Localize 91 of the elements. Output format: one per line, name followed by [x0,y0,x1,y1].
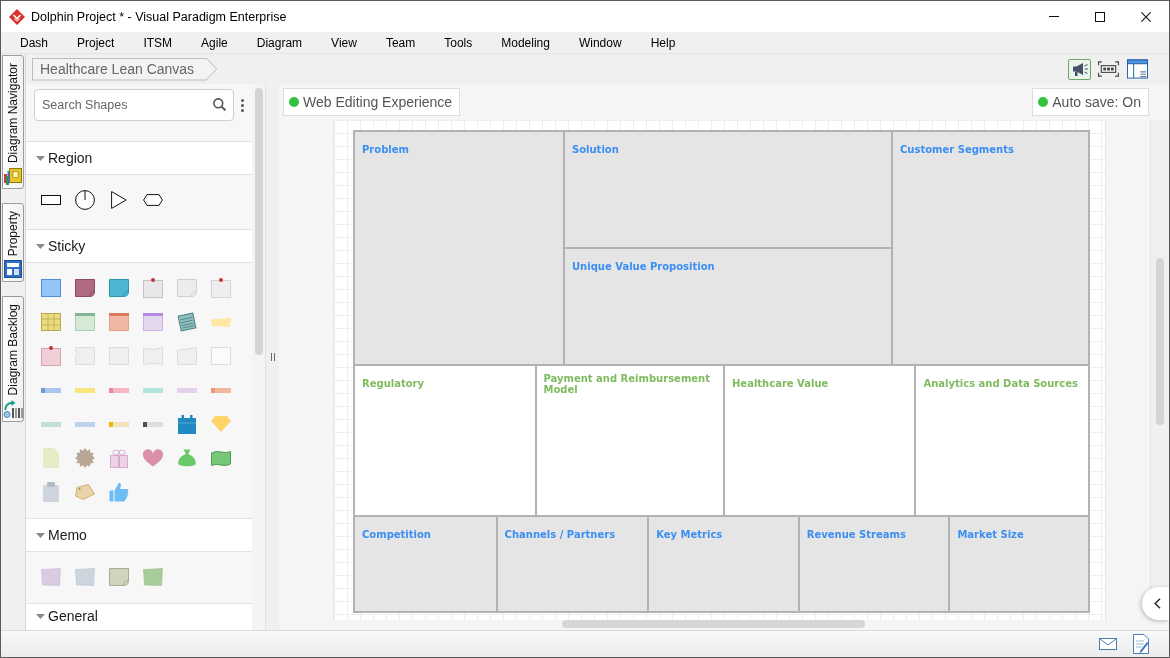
block-title: Key Metrics [656,529,723,540]
menu-item[interactable]: Team [370,32,430,53]
section-title: Sticky [48,238,86,254]
minimize-icon [1049,16,1059,17]
triangle-icon[interactable] [111,191,127,209]
section-title: Region [48,150,93,166]
banknote-icon[interactable] [211,449,231,467]
diamond-icon[interactable] [211,416,231,432]
section-header[interactable]: General [26,603,252,630]
block-title: Market Size [957,529,1024,540]
close-icon [1141,11,1151,22]
block-title: Solution [572,144,619,155]
menu-item[interactable]: Tools [429,32,487,53]
tag-icon[interactable] [75,484,95,500]
sticky-note-icon[interactable] [211,278,231,298]
section-header[interactable]: Region [26,141,252,175]
sticky-note-icon[interactable] [143,278,163,298]
menu-item[interactable]: Window [563,32,636,53]
thumbs-up-icon[interactable] [109,482,129,502]
starburst-icon[interactable] [75,448,95,468]
maximize-icon [1095,11,1105,22]
menu-item[interactable]: Modeling [486,32,564,53]
side-tab[interactable]: Diagram Navigator [2,55,24,190]
menu-item[interactable]: Help [635,32,690,53]
sticky-note-icon[interactable] [75,313,95,331]
toolbar-button[interactable] [1068,58,1091,80]
curved-arrow-bars-icon [3,399,23,418]
chevron-left-icon [1153,598,1161,609]
tape-strip-icon[interactable] [143,421,163,427]
sticky-note-icon[interactable] [75,279,95,297]
collapse-button[interactable] [1142,587,1169,620]
block-title: Unique Value Proposition [572,261,715,272]
toolbar-button[interactable] [1126,58,1149,80]
menu-item[interactable]: Diagram [241,32,317,53]
side-tab[interactable]: Property [2,203,24,283]
block-title: Analytics and Data Sources [923,378,1078,389]
status-badge[interactable]: Web Editing Experience [283,88,461,116]
block-title: Payment and Reimbursement Model [543,373,711,395]
sticky-note-icon[interactable] [143,313,163,331]
hexagon-icon[interactable] [143,194,163,206]
megaphone-icon [1071,62,1088,76]
document-edit-icon[interactable] [1133,634,1149,654]
money-bag-icon[interactable] [177,449,197,467]
section-title: Memo [48,527,87,543]
block-title: Competition [362,529,431,540]
menu-item[interactable]: Agile [186,32,242,53]
search-field[interactable]: Search Shapes [34,89,234,121]
kebab-menu-icon[interactable] [241,99,244,112]
scrollbar-thumb[interactable] [255,88,263,355]
envelope-icon[interactable] [1099,638,1117,650]
sticky-note-icon[interactable] [41,313,61,331]
gift-icon[interactable] [109,448,129,468]
sticky-note-icon[interactable] [143,568,163,586]
side-tab[interactable]: Diagram Backlog [2,296,24,422]
app-logo-icon [9,8,25,25]
menu-item[interactable]: View [316,32,371,53]
block-title: Healthcare Value [732,378,829,389]
section-header[interactable]: Sticky [26,229,252,263]
status-badge[interactable]: Auto save: On [1032,88,1149,116]
window-panels-icon [4,260,22,279]
menu-item[interactable]: Project [62,32,129,53]
page-icon[interactable] [43,448,59,468]
block-title: Problem [362,144,409,155]
block-title: Customer Segments [900,144,1014,155]
window-layout-icon [1127,59,1148,79]
block-title: Revenue Streams [806,529,906,540]
heart-icon[interactable] [143,449,163,467]
rectangle-icon[interactable] [41,195,61,205]
scrollbar-thumb[interactable] [562,620,865,628]
section-header[interactable]: Memo [26,518,252,552]
status-dot-icon [1038,97,1049,107]
search-icon[interactable] [213,98,226,111]
window-title: Dolphin Project * - Visual Paradigm Enterprise [31,9,287,24]
sticky-note-icon[interactable] [177,312,197,332]
breadcrumb[interactable]: Healthcare Lean Canvas [32,57,218,81]
status-dot-icon [289,97,299,107]
splitter-grip-icon[interactable] [270,353,275,361]
calendar-icon[interactable] [177,414,197,434]
menu-item[interactable]: Dash [5,32,62,53]
sticky-note-icon[interactable] [109,313,129,331]
toolbar-button[interactable] [1097,58,1120,80]
frame-icon [1098,61,1119,77]
section-title: General [48,608,98,624]
block-title: Regulatory [362,378,425,389]
block-title: Channels / Partners [504,529,616,540]
clipboard-icon[interactable] [42,482,60,502]
menu-item[interactable]: ITSM [128,32,187,53]
document-stack-icon [4,167,22,186]
sticky-note-icon[interactable] [41,346,61,366]
scrollbar-thumb[interactable] [1156,258,1164,425]
sticky-note-icon[interactable] [41,279,61,297]
